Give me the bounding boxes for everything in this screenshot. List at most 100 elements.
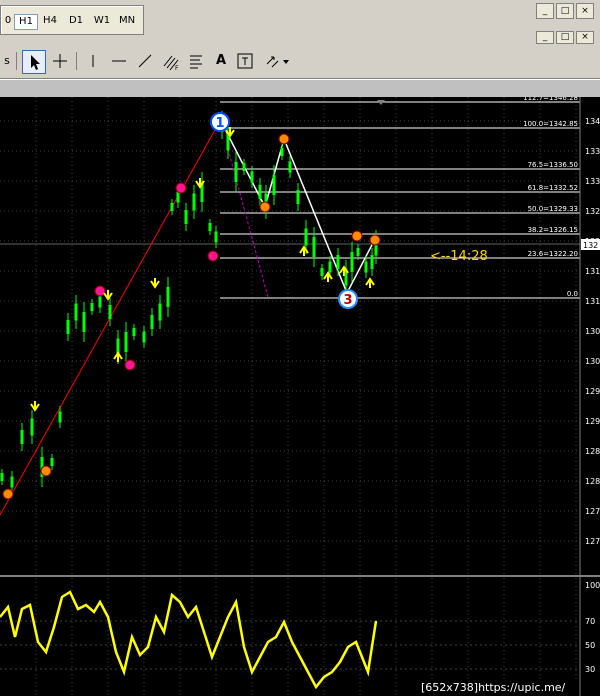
candle-body — [234, 162, 238, 182]
candle-body — [336, 255, 340, 269]
candle-body — [10, 476, 14, 488]
price-tick-label: 129 — [585, 387, 600, 396]
arrows-tool-button[interactable] — [262, 50, 292, 72]
price-chart[interactable]: 112.7=1346.28 100.0=1342.85 76.5=1336.50 61… — [0, 97, 600, 696]
candle-body — [74, 303, 78, 321]
timeframe-h1-button[interactable]: H1 — [14, 14, 38, 30]
candle-body — [142, 331, 146, 343]
crosshair-icon — [53, 54, 67, 68]
wave-3-label: 3 — [343, 293, 352, 308]
fractal-dot — [351, 230, 363, 242]
candle-body — [192, 193, 196, 211]
price-tick-label: 127 — [585, 537, 600, 546]
candle-body — [356, 248, 360, 256]
candle-body — [364, 261, 368, 273]
price-tick-label: 130 — [585, 327, 600, 336]
wave-1-label: 1 — [215, 116, 224, 131]
timeframe-w1-button[interactable]: W1 — [91, 14, 113, 28]
chart-header-strip — [0, 79, 600, 98]
oscillator-tick-label: 100 — [585, 581, 600, 590]
window-controls: _ □ × — [536, 3, 594, 19]
candle-body — [158, 303, 162, 321]
candle-body — [214, 231, 218, 243]
candle-body — [250, 171, 254, 183]
timeframe-mn-button[interactable]: MN — [116, 14, 138, 28]
current-price-label: 132 — [583, 241, 598, 250]
cursor-tool-button[interactable] — [22, 50, 46, 74]
toolbar-separator — [16, 52, 17, 70]
candle-body — [242, 163, 246, 171]
chart-close-button[interactable]: × — [576, 31, 594, 44]
candle-body — [98, 296, 102, 308]
oscillator-tick-label: 30 — [585, 665, 595, 674]
vertical-line-tool-button[interactable] — [82, 50, 104, 72]
chart-minimize-button[interactable]: _ — [536, 31, 554, 44]
timeframe-toolbar: 0 H1 H4 D1 W1 MN — [0, 5, 144, 35]
fractal-dot — [40, 465, 52, 477]
candle-body — [176, 191, 180, 203]
fractal-dot — [175, 182, 187, 194]
fib-level-label: 0.0 — [567, 290, 578, 298]
text-tool-button[interactable]: A — [210, 50, 232, 72]
fibonacci-tool-button[interactable] — [186, 50, 208, 72]
chart-maximize-button[interactable]: □ — [556, 31, 574, 44]
price-tick-label: 128 — [585, 447, 600, 456]
chart-background — [0, 97, 600, 696]
horizontal-line-tool-button[interactable] — [108, 50, 130, 72]
text-label-tool-button[interactable] — [234, 50, 256, 72]
fib-level-label: 50.0=1329.33 — [528, 205, 578, 213]
maximize-button[interactable]: □ — [556, 3, 574, 19]
fractal-dot — [124, 359, 136, 371]
text-label-icon — [237, 53, 253, 69]
fractal-dot — [278, 133, 290, 145]
minimize-button[interactable]: _ — [536, 3, 554, 19]
fractal-dot — [2, 488, 14, 500]
candle-body — [296, 190, 300, 204]
fractal-dot — [207, 250, 219, 262]
price-tick-label: 133 — [585, 177, 600, 186]
candle-body — [82, 312, 86, 332]
candle-body — [0, 473, 4, 481]
candle-body — [150, 315, 154, 329]
candle-body — [312, 237, 316, 257]
price-tick-label: 131 — [585, 297, 600, 306]
candle-body — [258, 185, 262, 199]
fib-glyph: F — [175, 65, 179, 72]
price-tick-label: 130 — [585, 357, 600, 366]
horizontal-line-icon — [112, 60, 126, 62]
candle-body — [350, 252, 354, 272]
oscillator-tick-label: 50 — [585, 641, 595, 650]
candle-body — [272, 175, 276, 195]
candle-body — [50, 458, 54, 466]
title-bar: 0 H1 H4 D1 W1 MN _ □ × _ □ × — [0, 0, 600, 44]
candle-body — [170, 203, 174, 211]
timeframe-d1-button[interactable]: D1 — [65, 14, 87, 28]
fib-level-label: 23.6=1322.20 — [528, 250, 578, 258]
candle-body — [328, 261, 332, 273]
candle-body — [58, 411, 62, 423]
price-tick-label: 131 — [585, 267, 600, 276]
candle-body — [132, 328, 136, 336]
toolbar-separator — [76, 52, 77, 70]
price-tick-label: 133 — [585, 147, 600, 156]
fib-level-label: 76.5=1336.50 — [528, 161, 578, 169]
candle-body — [30, 418, 34, 436]
price-tick-label: 127 — [585, 507, 600, 516]
oscillator-tick-label: 70 — [585, 617, 595, 626]
close-button[interactable]: × — [576, 3, 594, 19]
fibonacci-retracement-icon — [190, 55, 202, 69]
fib-level-label: 61.8=1332.52 — [528, 184, 578, 192]
fib-level-label: 38.2=1326.15 — [528, 226, 578, 234]
crosshair-tool-button[interactable] — [49, 50, 71, 72]
candle-body — [66, 320, 70, 334]
time-annotation: <--14:28 — [430, 249, 488, 264]
fibonacci-channel-tool-button[interactable]: F — [160, 50, 182, 72]
candle-body — [320, 268, 324, 276]
candle-body — [184, 210, 188, 224]
trend-line-tool-button[interactable] — [134, 50, 156, 72]
timeframe-h4-button[interactable]: H4 — [39, 14, 61, 28]
candle-body — [90, 303, 94, 311]
fib-level-label: 100.0=1342.85 — [523, 120, 578, 128]
fractal-dot — [94, 285, 106, 297]
drawing-toolbar: s F A — [0, 44, 600, 79]
